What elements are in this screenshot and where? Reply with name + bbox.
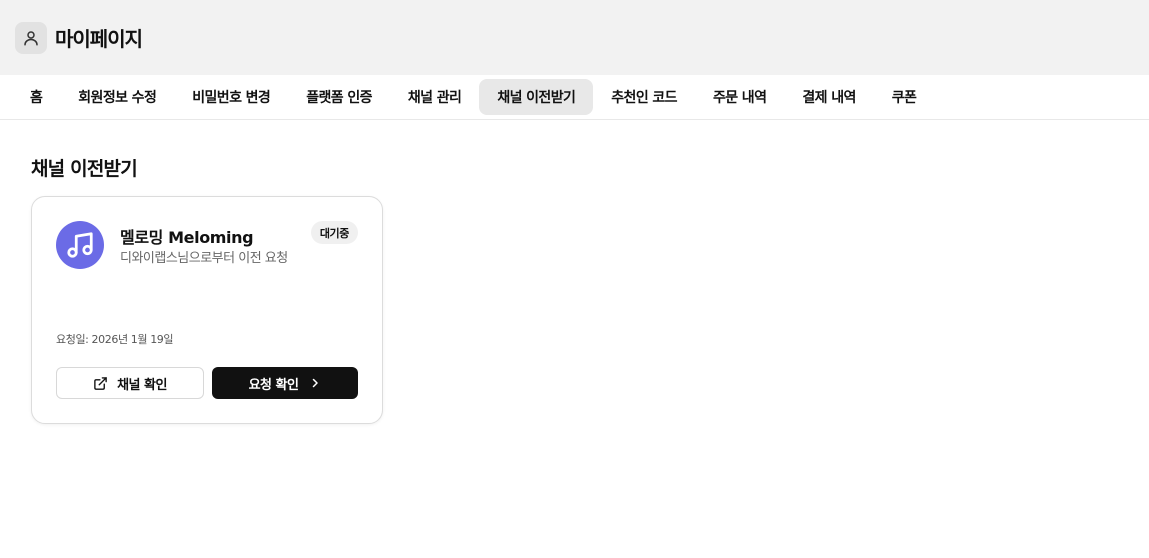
view-channel-label: 채널 확인 [117,377,167,393]
tab-bar: 홈 회원정보 수정 비밀번호 변경 플랫폼 인증 채널 관리 채널 이전받기 추… [0,75,1149,120]
tab-channel-transfer[interactable]: 채널 이전받기 [479,79,594,115]
tab-referral-code[interactable]: 추천인 코드 [593,79,695,115]
tab-channel-management[interactable]: 채널 관리 [390,79,479,115]
music-note-icon [67,232,93,258]
section-title: 채널 이전받기 [31,158,138,180]
avatar[interactable] [15,21,47,54]
tab-payment-history[interactable]: 결제 내역 [784,79,873,115]
user-icon [24,30,38,45]
channel-avatar [56,221,104,269]
view-channel-button[interactable]: 채널 확인 [56,367,204,399]
tab-order-history[interactable]: 주문 내역 [695,79,784,115]
page-header: 마이페이지 [0,0,1149,75]
channel-name: 멜로밍 Meloming [120,228,254,247]
tab-edit-profile[interactable]: 회원정보 수정 [60,79,174,115]
request-date: 요청일: 2026년 1월 19일 [56,333,174,346]
transfer-request-card: 멜로밍 Meloming 디와이랩스님으로부터 이전 요청 대기중 요청일: 2… [31,196,383,424]
page-title: 마이페이지 [55,27,143,51]
tab-platform-verification[interactable]: 플랫폼 인증 [288,79,390,115]
tab-home[interactable]: 홈 [12,79,60,115]
external-link-icon [94,376,107,390]
status-badge: 대기중 [310,221,358,244]
view-request-label: 요청 확인 [248,377,299,393]
chevron-right-icon [313,378,319,388]
tab-change-password[interactable]: 비밀번호 변경 [174,79,288,115]
request-description: 디와이랩스님으로부터 이전 요청 [120,251,288,266]
tab-coupons[interactable]: 쿠폰 [874,79,935,115]
view-request-button[interactable]: 요청 확인 [212,367,358,399]
